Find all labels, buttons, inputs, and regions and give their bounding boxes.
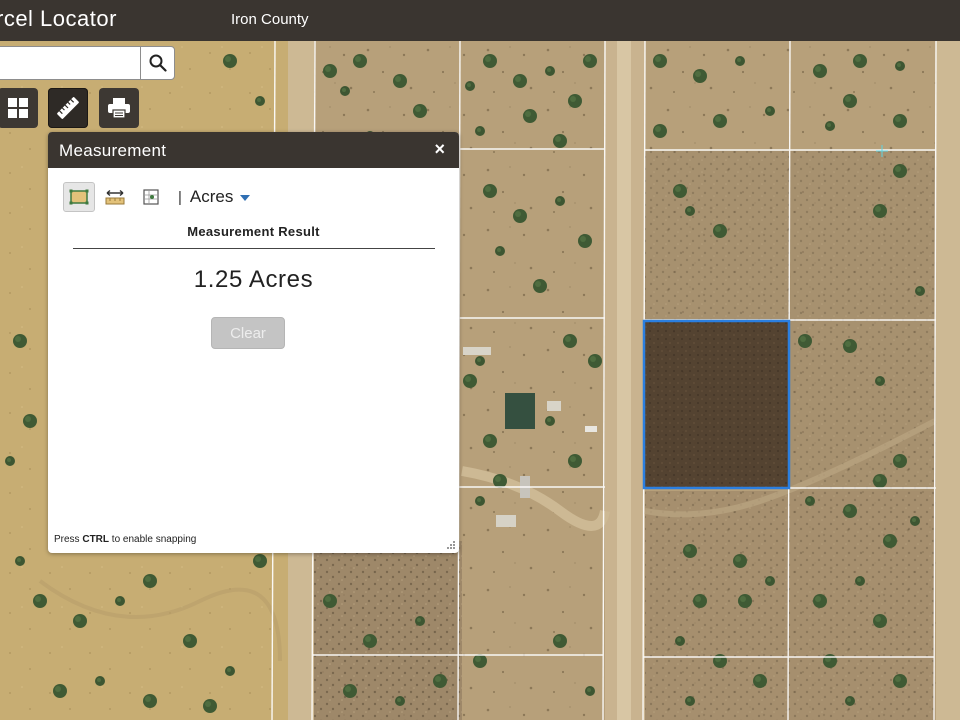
result-label: Measurement Result (187, 224, 320, 239)
county-name: Iron County (231, 11, 309, 28)
result-divider (73, 248, 435, 249)
search-box (0, 46, 141, 80)
location-icon (143, 189, 159, 205)
header-bar: rcel Locator Iron County (0, 0, 960, 41)
area-icon (69, 189, 89, 205)
search-input[interactable] (3, 48, 137, 80)
separator: | (178, 188, 182, 206)
search-button[interactable] (140, 46, 175, 80)
unit-dropdown[interactable]: Acres (189, 187, 251, 207)
close-button[interactable]: × (434, 140, 445, 158)
snapping-hint-key: CTRL (82, 534, 110, 545)
panel-title: Measurement (59, 141, 167, 160)
measurement-panel: Measurement × | Acres Measurement Result… (48, 132, 459, 553)
print-button[interactable] (99, 88, 139, 128)
resize-grip-icon[interactable] (446, 540, 456, 550)
app-title: rcel Locator (0, 6, 117, 31)
caret-down-icon (240, 195, 251, 201)
measure-button[interactable] (48, 88, 88, 128)
map-brush-sw (312, 541, 462, 720)
distance-mode-button[interactable] (99, 182, 131, 212)
panel-header: Measurement × (48, 132, 459, 168)
printer-icon (108, 98, 130, 119)
area-mode-button[interactable] (63, 182, 95, 212)
clear-button[interactable]: Clear (211, 317, 285, 349)
result-value: 1.25 Acres (193, 266, 314, 293)
snapping-hint: Press CTRL to enable snapping (54, 534, 196, 545)
measured-area-polygon[interactable] (642, 319, 791, 490)
map-brush-se (645, 491, 935, 720)
snapping-hint-suffix: to enable snapping (109, 534, 197, 545)
measure-mode-row: | Acres (63, 181, 251, 213)
map-brush-e (790, 321, 935, 491)
map-building-shed (547, 401, 561, 411)
basemap-button[interactable] (0, 88, 38, 128)
unit-dropdown-value: Acres (189, 187, 234, 206)
grid-icon (8, 98, 28, 118)
location-mode-button[interactable] (135, 182, 167, 212)
ruler-icon (57, 97, 79, 119)
distance-icon (105, 189, 125, 205)
map-building-house (505, 393, 535, 429)
snapping-hint-prefix: Press (54, 534, 83, 545)
map-road-east (936, 41, 960, 720)
search-icon (149, 54, 167, 72)
app-window: rcel Locator Iron County Measurement × |… (0, 0, 960, 720)
